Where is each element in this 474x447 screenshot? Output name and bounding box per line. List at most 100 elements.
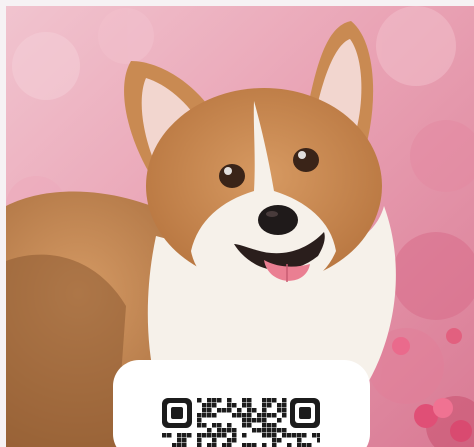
qr-module	[282, 433, 287, 438]
qr-module	[187, 433, 192, 438]
qr-module	[197, 423, 202, 428]
qr-module	[302, 443, 307, 447]
qr-module	[222, 408, 227, 413]
qr-module	[217, 398, 222, 403]
qr-module	[272, 423, 277, 428]
qr-module	[202, 423, 207, 428]
qr-module	[262, 443, 267, 447]
qr-module	[297, 433, 302, 438]
qr-module	[202, 408, 207, 413]
qr-module	[227, 428, 232, 433]
qr-module	[207, 398, 212, 403]
qr-module	[207, 413, 212, 418]
qr-module	[177, 433, 182, 438]
qr-module	[252, 443, 257, 447]
qr-module	[172, 443, 177, 447]
qr-module	[242, 413, 247, 418]
qr-module	[247, 408, 252, 413]
qr-module	[222, 433, 227, 438]
qr-module	[282, 413, 287, 418]
qr-code-icon[interactable]	[162, 398, 320, 447]
qr-module	[217, 423, 222, 428]
qr-module	[272, 398, 277, 403]
qr-module	[212, 433, 217, 438]
screen	[0, 0, 474, 447]
qr-module	[257, 418, 262, 423]
qr-module	[262, 398, 267, 403]
qr-module	[227, 403, 232, 408]
qr-module	[207, 408, 212, 413]
qr-module	[232, 433, 237, 438]
qr-module	[287, 433, 292, 438]
qr-module	[267, 428, 272, 433]
qr-module	[177, 443, 182, 447]
qr-module	[177, 438, 182, 443]
qr-module	[272, 438, 277, 443]
dog-nose	[258, 205, 298, 235]
qr-module	[262, 408, 267, 413]
qr-module	[207, 403, 212, 408]
qr-module	[222, 443, 227, 447]
qr-module	[207, 428, 212, 433]
qr-module	[232, 403, 237, 408]
qr-module	[197, 443, 202, 447]
qr-module	[217, 428, 222, 433]
qr-module	[212, 438, 217, 443]
qr-module	[227, 408, 232, 413]
qr-module	[197, 433, 202, 438]
qr-module	[267, 433, 272, 438]
qr-module	[247, 423, 252, 428]
qr-module	[262, 403, 267, 408]
qr-module	[287, 443, 292, 447]
qr-module	[227, 423, 232, 428]
qr-module	[282, 398, 287, 403]
qr-module	[232, 438, 237, 443]
qr-module	[242, 403, 247, 408]
qr-module	[232, 413, 237, 418]
qr-module	[227, 398, 232, 403]
qr-module	[252, 428, 257, 433]
qr-module	[197, 438, 202, 443]
qr-module	[272, 428, 277, 433]
qr-module	[182, 438, 187, 443]
qr-module	[217, 408, 222, 413]
qr-module	[197, 413, 202, 418]
qr-module	[312, 433, 317, 438]
qr-module	[272, 443, 277, 447]
qr-module	[237, 408, 242, 413]
qr-module	[297, 443, 302, 447]
qr-module	[242, 443, 247, 447]
qr-module	[252, 418, 257, 423]
qr-module	[212, 413, 217, 418]
qr-module	[197, 398, 202, 403]
qr-module	[272, 433, 277, 438]
qr-module	[247, 413, 252, 418]
qr-module	[247, 403, 252, 408]
qr-module	[232, 428, 237, 433]
qr-module	[202, 433, 207, 438]
qr-module	[227, 443, 232, 447]
qr-module	[182, 433, 187, 438]
qr-module	[267, 398, 272, 403]
qr-module	[227, 438, 232, 443]
qr-module	[267, 403, 272, 408]
qr-module	[282, 403, 287, 408]
qr-module	[197, 418, 202, 423]
qr-module	[282, 408, 287, 413]
qr-module	[247, 418, 252, 423]
qr-module	[242, 423, 247, 428]
qr-module	[252, 408, 257, 413]
qr-module	[267, 423, 272, 428]
qr-module	[247, 443, 252, 447]
qr-module	[317, 433, 320, 438]
qr-module	[277, 428, 282, 433]
qr-module	[242, 433, 247, 438]
qr-module	[162, 433, 167, 438]
qr-module	[257, 428, 262, 433]
qr-module	[262, 428, 267, 433]
qr-module	[277, 408, 282, 413]
qr-module	[317, 438, 320, 443]
qr-module	[262, 418, 267, 423]
qr-module	[282, 428, 287, 433]
qr-module	[242, 418, 247, 423]
